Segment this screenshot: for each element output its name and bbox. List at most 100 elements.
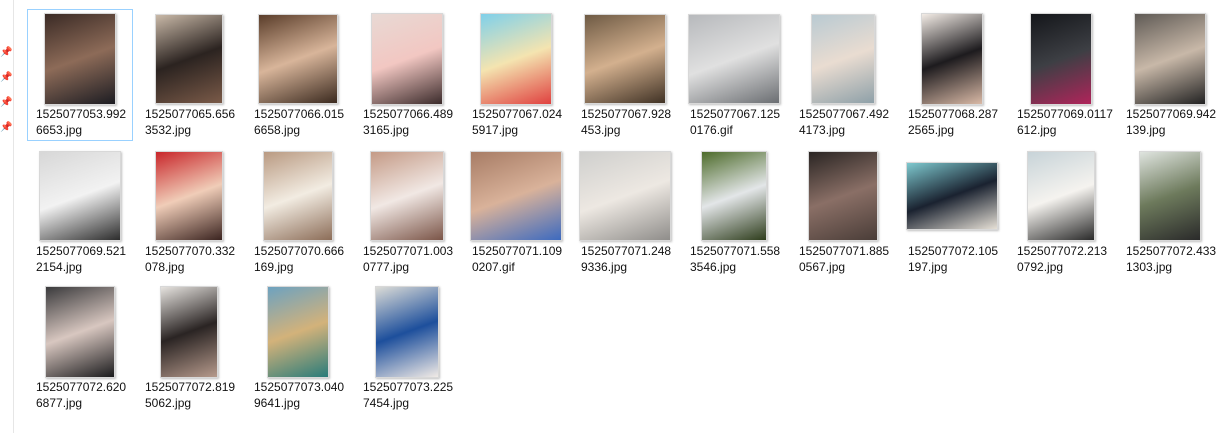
file-item[interactable]: 1525077071.1090207.gif xyxy=(463,146,569,278)
thumbnail-container xyxy=(573,150,677,242)
file-item[interactable]: 1525077071.0030777.jpg xyxy=(354,146,460,278)
file-item[interactable]: 1525077071.5583546.jpg xyxy=(681,146,787,278)
thumbnail-container xyxy=(246,150,350,242)
thumbnail-container xyxy=(137,150,241,242)
file-item[interactable]: 1525077068.2872565.jpg xyxy=(899,9,1005,141)
image-thumbnail[interactable] xyxy=(1134,13,1206,105)
image-thumbnail[interactable] xyxy=(263,151,333,241)
file-name-label: 1525077071.5583546.jpg xyxy=(690,244,781,274)
file-explorer-window: 📌 📌 📌 📌 1525077053.9926653.jpg 1525077065… xyxy=(0,0,1219,433)
thumbnail-container xyxy=(28,13,132,105)
thumbnail-container xyxy=(246,13,350,105)
image-thumbnail[interactable] xyxy=(579,151,671,241)
thumbnail-container xyxy=(355,150,459,242)
image-thumbnail[interactable] xyxy=(370,151,444,241)
file-name-label: 1525077065.6563532.jpg xyxy=(145,107,236,137)
thumbnail-container xyxy=(1118,13,1219,105)
file-name-label: 1525077072.6206877.jpg xyxy=(36,380,127,410)
thumbnail-container xyxy=(682,13,786,105)
file-name-label: 1525077072.2130792.jpg xyxy=(1017,244,1108,274)
file-name-label: 1525077067.4924173.jpg xyxy=(799,107,890,137)
thumbnail-container xyxy=(1009,150,1113,242)
image-thumbnail[interactable] xyxy=(155,151,223,241)
file-item[interactable]: 1525077071.2489336.jpg xyxy=(572,146,678,278)
image-thumbnail[interactable] xyxy=(701,151,767,241)
file-item[interactable]: 1525077067.928453.jpg xyxy=(572,9,678,141)
file-item[interactable]: 1525077053.9926653.jpg xyxy=(27,9,133,141)
file-name-label: 1525077067.0245917.jpg xyxy=(472,107,563,137)
pin-icon[interactable]: 📌 xyxy=(0,48,12,58)
thumbnail-container xyxy=(355,286,459,378)
file-item[interactable]: 1525077070.332078.jpg xyxy=(136,146,242,278)
file-name-label: 1525077069.5212154.jpg xyxy=(36,244,127,274)
image-thumbnail[interactable] xyxy=(375,286,439,378)
image-thumbnail[interactable] xyxy=(39,151,121,241)
pin-icon[interactable]: 📌 xyxy=(0,98,12,108)
image-thumbnail[interactable] xyxy=(811,14,875,104)
file-name-label: 1525077067.1250176.gif xyxy=(690,107,781,137)
image-thumbnail[interactable] xyxy=(1027,151,1095,241)
file-item[interactable]: 1525077067.4924173.jpg xyxy=(790,9,896,141)
file-name-label: 1525077069.0117612.jpg xyxy=(1017,107,1113,137)
pane-divider[interactable] xyxy=(13,0,14,433)
file-item[interactable]: 1525077072.6206877.jpg xyxy=(27,282,133,414)
file-item[interactable]: 1525077070.666169.jpg xyxy=(245,146,351,278)
image-thumbnail[interactable] xyxy=(160,286,218,378)
thumbnail-container xyxy=(28,286,132,378)
file-item[interactable]: 1525077069.942139.jpg xyxy=(1117,9,1219,141)
file-item[interactable]: 1525077066.4893165.jpg xyxy=(354,9,460,141)
thumbnail-container xyxy=(246,286,350,378)
file-name-label: 1525077070.332078.jpg xyxy=(145,244,236,274)
file-item[interactable]: 1525077072.4331303.jpg xyxy=(1117,146,1219,278)
file-name-label: 1525077073.0409641.jpg xyxy=(254,380,345,410)
image-thumbnail[interactable] xyxy=(1030,13,1092,105)
image-thumbnail[interactable] xyxy=(906,162,998,230)
thumbnail-container xyxy=(28,150,132,242)
image-thumbnail[interactable] xyxy=(470,151,562,241)
image-thumbnail[interactable] xyxy=(584,14,666,104)
file-item[interactable]: 1525077067.1250176.gif xyxy=(681,9,787,141)
thumbnail-container xyxy=(355,13,459,105)
image-thumbnail[interactable] xyxy=(921,13,983,105)
thumbnail-container xyxy=(900,13,1004,105)
file-item[interactable]: 1525077072.105197.jpg xyxy=(899,146,1005,278)
file-name-label: 1525077066.4893165.jpg xyxy=(363,107,454,137)
image-thumbnail[interactable] xyxy=(267,286,329,378)
file-item[interactable]: 1525077069.0117612.jpg xyxy=(1008,9,1114,141)
image-thumbnail[interactable] xyxy=(155,14,223,104)
image-thumbnail[interactable] xyxy=(688,14,780,104)
thumbnail-container xyxy=(137,13,241,105)
thumbnail-container xyxy=(464,13,568,105)
image-thumbnail[interactable] xyxy=(258,14,338,104)
file-name-label: 1525077067.928453.jpg xyxy=(581,107,672,137)
thumbnail-container xyxy=(791,150,895,242)
navigation-pane: 📌 📌 📌 📌 xyxy=(0,0,12,433)
file-item[interactable]: 1525077065.6563532.jpg xyxy=(136,9,242,141)
image-thumbnail[interactable] xyxy=(44,13,116,105)
pin-icon[interactable]: 📌 xyxy=(0,123,12,133)
file-name-label: 1525077073.2257454.jpg xyxy=(363,380,454,410)
file-name-label: 1525077070.666169.jpg xyxy=(254,244,345,274)
file-name-label: 1525077068.2872565.jpg xyxy=(908,107,999,137)
image-thumbnail[interactable] xyxy=(480,13,552,105)
file-item[interactable]: 1525077073.0409641.jpg xyxy=(245,282,351,414)
thumbnail-container xyxy=(682,150,786,242)
file-name-label: 1525077066.0156658.jpg xyxy=(254,107,345,137)
image-thumbnail[interactable] xyxy=(45,286,115,378)
file-grid: 1525077053.9926653.jpg 1525077065.6563532… xyxy=(27,9,1217,433)
file-item[interactable]: 1525077072.8195062.jpg xyxy=(136,282,242,414)
thumbnail-container xyxy=(464,150,568,242)
file-item[interactable]: 1525077072.2130792.jpg xyxy=(1008,146,1114,278)
file-item[interactable]: 1525077073.2257454.jpg xyxy=(354,282,460,414)
thumbnail-container xyxy=(900,150,1004,242)
file-item[interactable]: 1525077067.0245917.jpg xyxy=(463,9,569,141)
image-thumbnail[interactable] xyxy=(808,151,878,241)
file-item[interactable]: 1525077066.0156658.jpg xyxy=(245,9,351,141)
file-item[interactable]: 1525077069.5212154.jpg xyxy=(27,146,133,278)
pin-icon[interactable]: 📌 xyxy=(0,73,12,83)
file-item[interactable]: 1525077071.8850567.jpg xyxy=(790,146,896,278)
file-name-label: 1525077072.8195062.jpg xyxy=(145,380,236,410)
thumbnail-container xyxy=(1009,13,1113,105)
image-thumbnail[interactable] xyxy=(371,13,443,105)
image-thumbnail[interactable] xyxy=(1139,151,1201,241)
